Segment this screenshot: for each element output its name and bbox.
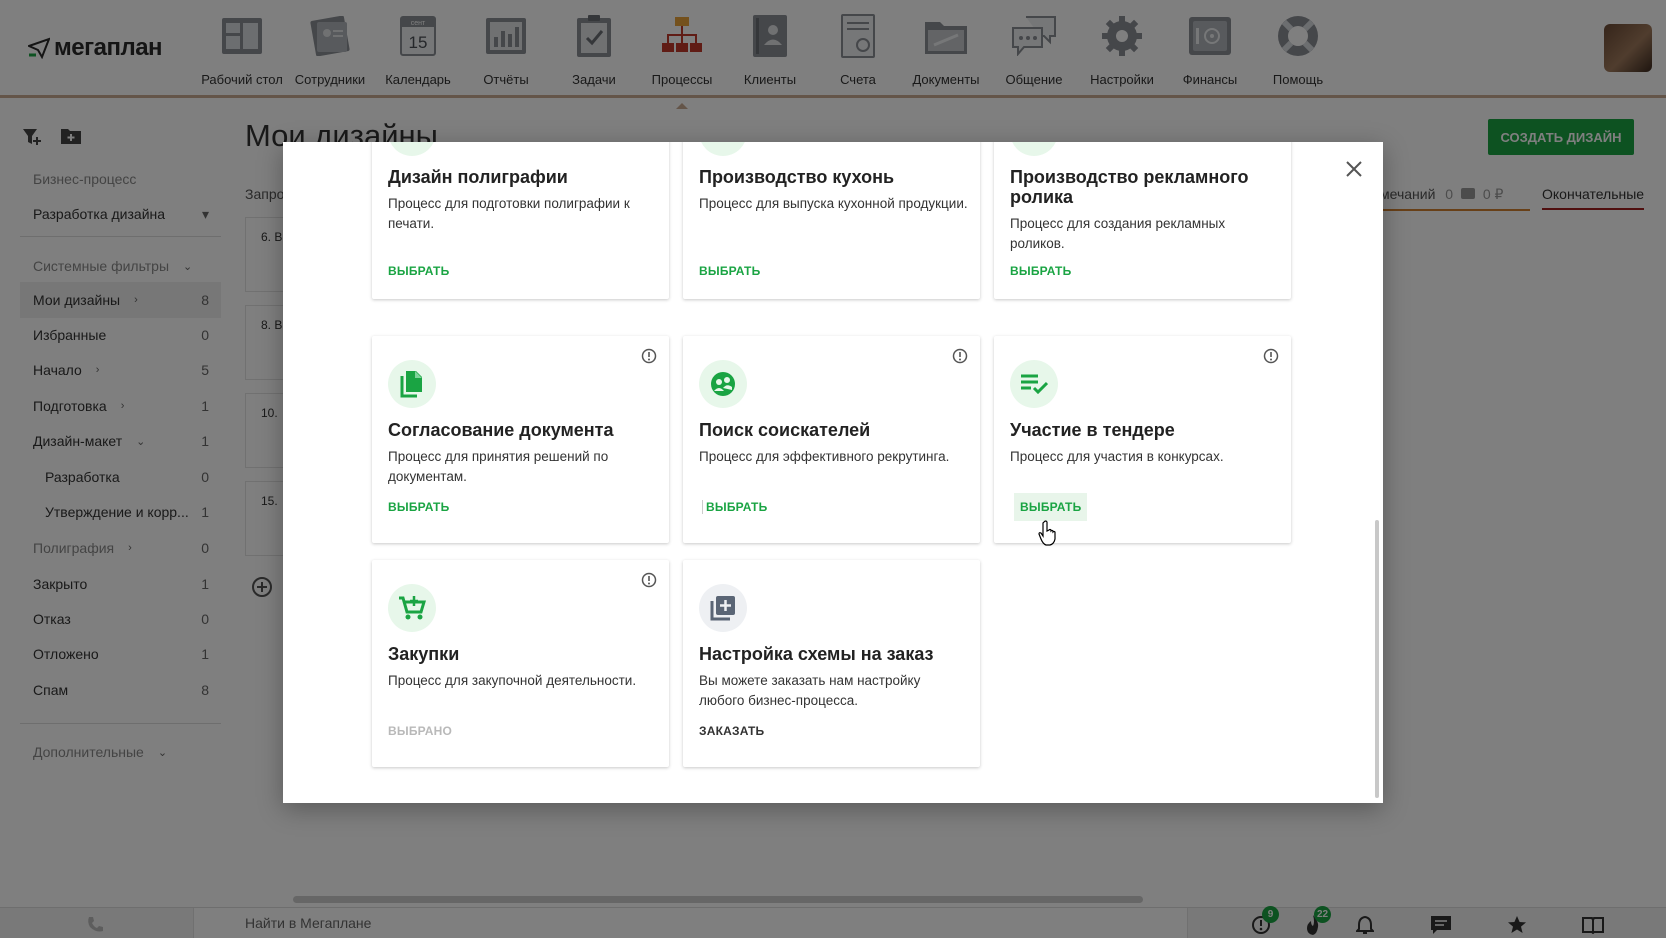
info-icon[interactable] xyxy=(641,572,657,588)
process-card-description: Вы можете заказать нам настройку любого … xyxy=(699,673,921,708)
process-card-description: Процесс для создания рекламных роликов. xyxy=(1010,216,1226,251)
process-card: Поиск соискателей Процесс для эффективно… xyxy=(683,336,980,543)
order-button[interactable]: ЗАКАЗАТЬ xyxy=(699,724,764,738)
process-card-description: Процесс для выпуска кухонной продукции. xyxy=(699,196,968,211)
process-card-title: Настройка схемы на заказ xyxy=(699,644,934,664)
select-button[interactable]: ВЫБРАТЬ xyxy=(699,264,760,278)
modal-scrollbar[interactable] xyxy=(1375,520,1379,798)
process-card: Дизайн полиграфии Процесс для подготовки… xyxy=(372,142,669,299)
select-button[interactable]: ВЫБРАТЬ xyxy=(388,500,449,514)
process-card-title: Закупки xyxy=(388,644,460,664)
select-button[interactable]: ВЫБРАТЬ xyxy=(1010,264,1071,278)
process-card-title: Согласование документа xyxy=(388,420,614,440)
close-button[interactable] xyxy=(1341,156,1367,182)
process-card-description: Процесс для участия в конкурсах. xyxy=(1010,449,1224,464)
select-button[interactable]: ВЫБРАТЬ xyxy=(388,264,449,278)
process-card-title: Участие в тендере xyxy=(1010,420,1175,440)
kitchen-icon xyxy=(699,142,747,156)
info-icon[interactable] xyxy=(641,348,657,364)
brush-icon xyxy=(388,142,436,156)
video-icon xyxy=(1010,142,1058,156)
process-card: Настройка схемы на заказ Вы можете заказ… xyxy=(683,560,980,767)
process-card: Согласование документа Процесс для приня… xyxy=(372,336,669,543)
process-template-dialog: Дизайн полиграфии Процесс для подготовки… xyxy=(283,142,1383,803)
process-card-description: Процесс для подготовки полиграфии к печа… xyxy=(388,196,630,231)
shopping-cart-icon xyxy=(388,584,436,632)
selected-label: ВЫБРАНО xyxy=(388,724,453,738)
process-card: Участие в тендере Процесс для участия в … xyxy=(994,336,1291,543)
select-button[interactable]: ВЫБРАТЬ xyxy=(1014,493,1088,521)
close-icon xyxy=(1346,161,1362,177)
process-card-title: Дизайн полиграфии xyxy=(388,167,568,187)
process-card-title: Производство кухонь xyxy=(699,167,895,187)
process-card-description: Процесс для эффективного рекрутинга. xyxy=(699,449,950,464)
applicants-search-icon xyxy=(699,360,747,408)
add-library-icon xyxy=(699,584,747,632)
process-card-title: Производство рекламного ролика xyxy=(1010,167,1249,207)
process-card: Производство кухонь Процесс для выпуска … xyxy=(683,142,980,299)
process-card-description: Процесс для принятия решений по документ… xyxy=(388,449,609,484)
process-card: Производство рекламного ролика Процесс д… xyxy=(994,142,1291,299)
process-card-title: Поиск соискателей xyxy=(699,420,871,440)
process-card-description: Процесс для закупочной деятельности. xyxy=(388,673,637,688)
info-icon[interactable] xyxy=(952,348,968,364)
info-icon[interactable] xyxy=(1263,348,1279,364)
hand-cursor-icon xyxy=(1038,520,1056,546)
checklist-icon xyxy=(1010,360,1058,408)
select-button[interactable]: ВЫБРАТЬ xyxy=(702,500,767,514)
process-card: Закупки Процесс для закупочной деятельно… xyxy=(372,560,669,767)
document-copy-icon xyxy=(388,360,436,408)
